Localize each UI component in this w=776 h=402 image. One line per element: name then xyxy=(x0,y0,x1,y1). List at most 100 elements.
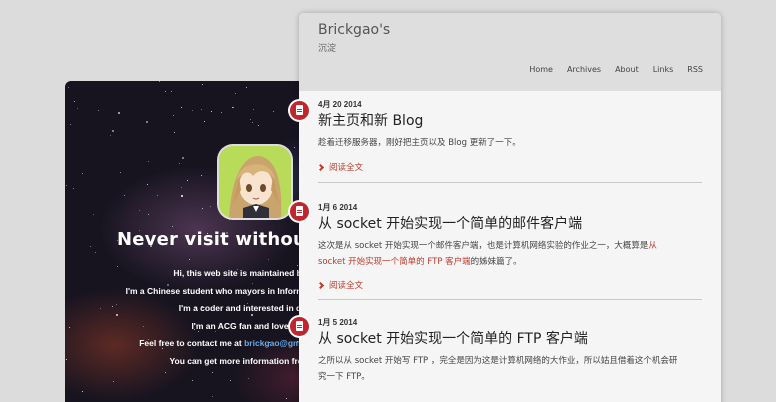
star-dot xyxy=(82,173,84,175)
star-dot xyxy=(201,207,203,209)
star-dot xyxy=(118,112,121,115)
contact-prefix: Feel free to contact me at xyxy=(139,338,245,348)
star-dot xyxy=(69,327,71,329)
main-nav: Home Archives About Links RSS xyxy=(529,65,703,74)
excerpt-text: 这次是从 socket 开始实现一个邮件客户端，也是计算机网络实验的作业之一，大… xyxy=(318,241,649,251)
star-dot xyxy=(181,195,184,198)
star-dot xyxy=(180,107,182,109)
star-dot xyxy=(138,209,140,211)
star-dot xyxy=(200,109,202,111)
nav-about[interactable]: About xyxy=(615,65,639,74)
star-dot xyxy=(173,114,175,116)
blog-window: Brickgao's 沉淀 Home Archives About Links … xyxy=(299,13,721,402)
star-dot xyxy=(90,245,92,247)
star-dot xyxy=(94,252,96,254)
star-dot xyxy=(293,147,295,149)
post-divider xyxy=(318,182,702,183)
star-dot xyxy=(123,194,125,196)
nav-links[interactable]: Links xyxy=(653,65,674,74)
star-dot xyxy=(247,378,249,380)
star-dot xyxy=(234,92,236,94)
post-excerpt: 之所以从 socket 开始写 FTP ，完全是因为这是计算机网络的大作业，所以… xyxy=(318,353,698,385)
chevron-right-icon xyxy=(316,163,325,171)
star-dot xyxy=(286,398,288,400)
star-dot xyxy=(211,396,213,398)
post-title[interactable]: 从 socket 开始实现一个简单的 FTP 客户端 xyxy=(318,328,588,348)
post-date: 4月 20 2014 xyxy=(318,100,362,109)
star-dot xyxy=(187,179,189,181)
post-date: 1月 5 2014 xyxy=(318,318,358,327)
site-title[interactable]: Brickgao's xyxy=(318,22,390,38)
star-dot xyxy=(210,205,212,207)
post-title[interactable]: 从 socket 开始实现一个简单的邮件客户端 xyxy=(318,213,582,233)
anime-avatar-image xyxy=(219,146,291,218)
star-dot xyxy=(258,124,260,126)
star-dot xyxy=(252,109,254,111)
star-dot xyxy=(181,186,183,188)
star-dot xyxy=(252,121,254,123)
star-dot xyxy=(72,187,74,189)
excerpt-text: 的姊妹篇了。 xyxy=(470,257,522,267)
nav-home[interactable]: Home xyxy=(529,65,553,74)
star-dot xyxy=(158,81,160,82)
star-dot xyxy=(77,107,79,109)
blog-header: Brickgao's 沉淀 Home Archives About Links … xyxy=(299,13,721,91)
star-dot xyxy=(228,219,230,221)
star-dot xyxy=(67,86,69,88)
star-dot xyxy=(246,86,248,88)
star-dot xyxy=(211,372,213,374)
post-document-icon xyxy=(290,317,309,336)
star-dot xyxy=(120,171,122,173)
post-document-icon xyxy=(290,202,309,221)
star-dot xyxy=(65,358,67,360)
star-dot xyxy=(69,123,71,125)
post-document-icon xyxy=(290,101,309,120)
nav-rss[interactable]: RSS xyxy=(687,65,703,74)
star-dot xyxy=(210,110,212,112)
star-dot xyxy=(250,119,252,121)
related-post-link[interactable]: 从 xyxy=(648,241,657,251)
read-more-link[interactable]: 阅读全文 xyxy=(316,279,364,291)
excerpt-text: 之所以从 socket 开始写 FTP ，完全是因为这是计算机网络的大作业，所以… xyxy=(318,356,678,366)
avatar xyxy=(219,146,291,218)
star-dot xyxy=(93,214,95,216)
star-dot xyxy=(170,90,172,92)
star-dot xyxy=(74,100,76,102)
star-dot xyxy=(81,390,83,392)
star-dot xyxy=(147,161,149,163)
read-more-link[interactable]: 阅读全文 xyxy=(316,161,364,173)
post-divider xyxy=(318,299,702,300)
star-dot xyxy=(172,225,174,227)
read-more-label: 阅读全文 xyxy=(329,281,364,291)
star-dot xyxy=(178,162,180,164)
post-excerpt: 趁着迁移服务器，刚好把主页以及 Blog 更新了一下。 xyxy=(318,138,521,148)
post-date: 1月 6 2014 xyxy=(318,203,358,212)
related-post-link[interactable]: socket 开始实现一个简单的 FTP 客户端 xyxy=(318,257,471,267)
star-dot xyxy=(204,120,206,122)
star-dot xyxy=(201,83,203,85)
star-dot xyxy=(165,372,167,374)
star-dot xyxy=(174,131,176,133)
read-more-label: 阅读全文 xyxy=(329,163,364,173)
star-dot xyxy=(267,259,269,261)
star-dot xyxy=(191,109,193,111)
post-title[interactable]: 新主页和新 Blog xyxy=(318,110,423,130)
site-subtitle: 沉淀 xyxy=(318,44,337,54)
star-dot xyxy=(113,381,115,383)
star-dot xyxy=(200,174,202,176)
excerpt-text: 究一下 FTP。 xyxy=(318,372,370,382)
star-dot xyxy=(165,90,167,92)
star-dot xyxy=(233,106,235,108)
star-dot xyxy=(97,110,99,112)
star-dot xyxy=(110,135,112,137)
star-dot xyxy=(157,194,159,196)
star-dot xyxy=(147,183,149,185)
star-dot xyxy=(147,213,149,215)
star-dot xyxy=(112,129,115,132)
post-excerpt: 这次是从 socket 开始实现一个邮件客户端，也是计算机网络实验的作业之一，大… xyxy=(318,238,698,270)
star-dot xyxy=(182,157,185,159)
star-dot xyxy=(145,121,148,124)
nav-archives[interactable]: Archives xyxy=(567,65,601,74)
star-dot xyxy=(229,380,231,382)
star-dot xyxy=(192,379,194,381)
